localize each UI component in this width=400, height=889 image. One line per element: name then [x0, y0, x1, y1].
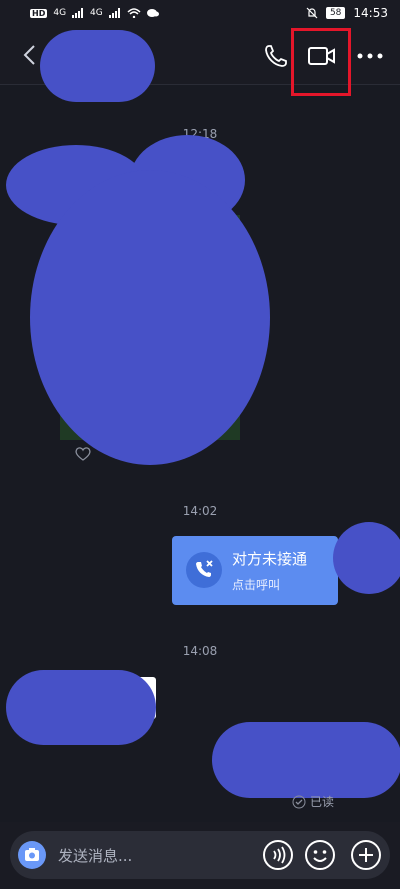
avatar[interactable]	[333, 522, 400, 594]
input-bar: 发送消息...	[0, 822, 400, 889]
message-input[interactable]: 发送消息...	[10, 831, 390, 879]
voice-icon[interactable]	[262, 839, 294, 871]
emoji-icon[interactable]	[304, 839, 336, 871]
timestamp: 14:08	[182, 644, 218, 658]
timestamp: 14:02	[182, 504, 218, 518]
more-icon[interactable]	[356, 52, 384, 60]
status-left: HD 4G 4G	[30, 8, 159, 18]
like-icon[interactable]	[74, 446, 92, 462]
phone-icon[interactable]	[262, 42, 290, 70]
signal-icon	[72, 8, 84, 18]
camera-button[interactable]	[18, 841, 46, 869]
chat-header	[0, 28, 400, 102]
redaction-blob	[6, 670, 156, 745]
read-receipt: 已读	[292, 793, 334, 810]
mute-bell-icon	[306, 7, 318, 19]
clock: 14:53	[353, 6, 388, 20]
signal-icon-2	[108, 8, 120, 18]
status-right: 58 14:53	[306, 6, 388, 20]
call-card-subtitle: 点击呼叫	[232, 578, 281, 592]
camera-icon	[25, 848, 39, 861]
call-card-title: 对方未接通	[232, 550, 308, 568]
video-call-icon[interactable]	[307, 45, 337, 67]
chat-app-icon	[146, 9, 159, 17]
battery-level: 58	[325, 7, 346, 19]
plus-icon[interactable]	[350, 839, 382, 871]
check-circle-icon	[292, 795, 306, 808]
status-bar: HD 4G 4G 58 14:53	[0, 0, 400, 30]
contact-name-redacted	[40, 30, 155, 102]
signal-label-2: 4G	[90, 8, 103, 18]
redaction-blob	[212, 722, 400, 798]
read-status-text: 已读	[310, 795, 335, 809]
hd-badge: HD	[30, 8, 48, 18]
wifi-icon	[127, 8, 141, 18]
input-placeholder: 发送消息...	[58, 847, 133, 865]
redaction-blob	[30, 170, 270, 465]
missed-call-card[interactable]: 对方未接通 点击呼叫	[172, 536, 338, 605]
signal-label-1: 4G	[53, 8, 67, 18]
back-icon[interactable]	[20, 44, 42, 66]
missed-call-icon	[186, 552, 222, 588]
